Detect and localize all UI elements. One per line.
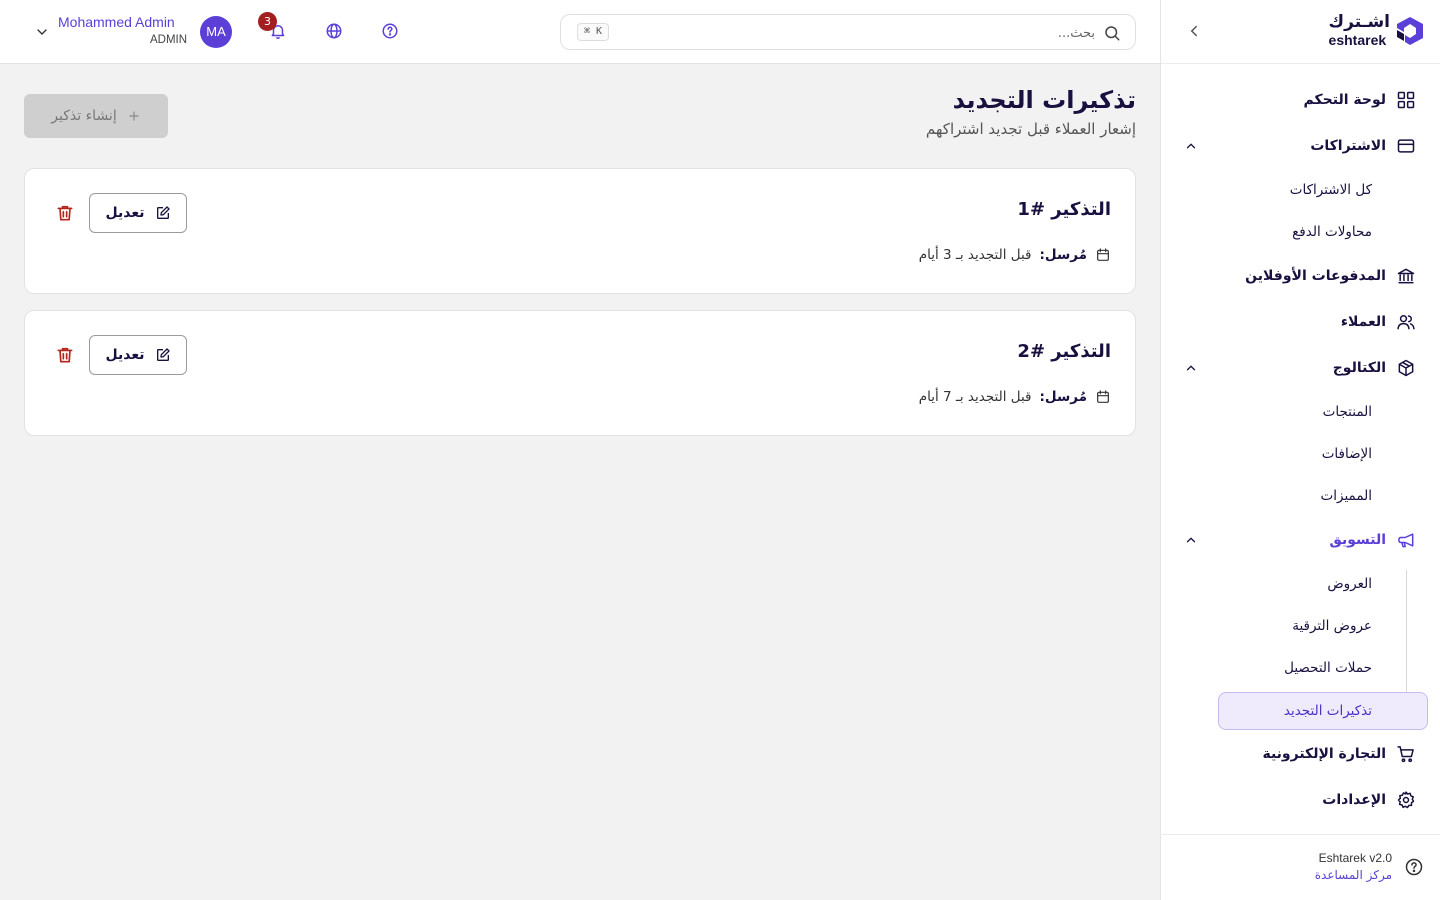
sidebar-subitem-payment-attempts[interactable]: محاولات الدفع [1218, 213, 1428, 251]
credit-card-icon [1397, 139, 1415, 153]
reminder-title: التذكير #1 [1017, 199, 1111, 220]
trash-icon [57, 347, 73, 363]
chevron-down-icon [37, 29, 47, 35]
calendar-icon [1097, 390, 1109, 403]
sidebar-item-marketing[interactable]: التسويق [1172, 520, 1428, 560]
reminder-schedule-label: مُرسل: [1039, 389, 1087, 405]
topbar: ⌘ K 3 MA Mohammed Admin ADMIN [0, 0, 1160, 64]
help-circle-icon[interactable] [1404, 857, 1424, 877]
trash-icon [57, 205, 73, 221]
sidebar-item-settings[interactable]: الإعدادات [1172, 780, 1428, 820]
sidebar-subitem-products[interactable]: المنتجات [1218, 393, 1428, 431]
sidebar-collapse-button[interactable] [1185, 22, 1203, 40]
sidebar-item-offline-payments[interactable]: المدفوعات الأوفلاين [1172, 256, 1428, 296]
avatar[interactable]: MA [200, 16, 232, 48]
keyboard-shortcut-hint: ⌘ K [577, 23, 610, 41]
megaphone-icon [1398, 533, 1414, 548]
sidebar-item-label: لوحة التحكم [1303, 92, 1386, 108]
sidebar-footer: Eshtarek v2.0 مركز المساعدة [1160, 834, 1440, 900]
brand-logo[interactable]: اشـترك eshtarek [1329, 14, 1424, 47]
reminder-card: التذكير #2 مُرسل: قبل التجديد بـ 7 أيام … [24, 310, 1136, 436]
sidebar-item-ecommerce[interactable]: التجارة الإلكترونية [1172, 734, 1428, 774]
sidebar-subitem-upgrade-offers[interactable]: عروض الترقية [1218, 607, 1428, 645]
edit-icon [156, 206, 170, 219]
help-button[interactable] [381, 22, 399, 40]
sidebar-subitem-all-subscriptions[interactable]: كل الاشتراكات [1218, 171, 1428, 209]
page-subtitle: إشعار العملاء قبل تجديد اشتراكهم [925, 120, 1136, 138]
chevron-up-icon[interactable] [1184, 139, 1198, 153]
edit-button[interactable]: تعديل [89, 193, 187, 233]
brand-mark-icon [1397, 16, 1423, 45]
edit-button-label: تعديل [105, 205, 145, 221]
sidebar-item-dashboard[interactable]: لوحة التحكم [1172, 80, 1428, 120]
bank-icon [1397, 268, 1415, 284]
sidebar-item-label: العملاء [1340, 314, 1386, 330]
reminder-card: التذكير #1 مُرسل: قبل التجديد بـ 3 أيام … [24, 168, 1136, 294]
delete-button[interactable] [55, 203, 75, 223]
edit-button-label: تعديل [105, 347, 145, 363]
sidebar-item-subscriptions[interactable]: الاشتراكات [1172, 126, 1428, 166]
help-circle-icon [382, 23, 398, 39]
sidebar-item-label: التسويق [1329, 532, 1386, 548]
brand-name-english: eshtarek [1328, 32, 1387, 48]
reminder-schedule: مُرسل: قبل التجديد بـ 3 أيام [919, 247, 1111, 263]
page-title: تذكيرات التجديد [952, 86, 1136, 114]
chevron-up-icon[interactable] [1184, 361, 1198, 375]
app-version: Eshtarek v2.0 [1318, 851, 1392, 865]
reminder-schedule-value: قبل التجديد بـ 3 أيام [918, 247, 1032, 263]
sidebar-item-label: الإعدادات [1322, 792, 1386, 808]
create-reminder-button[interactable]: إنشاء تذكير [24, 94, 168, 138]
sidebar-item-label: التجارة الإلكترونية [1262, 746, 1386, 762]
reminder-schedule: مُرسل: قبل التجديد بـ 7 أيام [919, 389, 1111, 405]
sidebar-subitem-features[interactable]: المميزات [1218, 477, 1428, 515]
globe-icon [326, 23, 342, 39]
reminder-title: التذكير #2 [1017, 341, 1111, 362]
sidebar-item-customers[interactable]: العملاء [1172, 302, 1428, 342]
sidebar-subitem-addons[interactable]: الإضافات [1218, 435, 1428, 473]
dashboard-grid-icon [1397, 91, 1415, 109]
user-name[interactable]: Mohammed Admin [58, 14, 175, 30]
sidebar-subitem-dunning-campaigns[interactable]: حملات التحصيل [1218, 649, 1428, 687]
user-role: ADMIN [150, 34, 188, 46]
edit-icon [156, 348, 170, 361]
sidebar-subitem-renewal-reminders[interactable]: تذكيرات التجديد [1218, 692, 1428, 730]
reminder-schedule-label: مُرسل: [1039, 247, 1087, 263]
calendar-icon [1097, 248, 1109, 261]
delete-button[interactable] [55, 345, 75, 365]
language-button[interactable] [325, 22, 343, 40]
chevron-up-icon[interactable] [1184, 533, 1198, 547]
sidebar-subitem-offers[interactable]: العروض [1218, 565, 1428, 603]
search-icon [1105, 26, 1120, 41]
chevron-left-icon [1190, 25, 1197, 37]
reminder-schedule-value: قبل التجديد بـ 7 أيام [918, 389, 1032, 405]
user-menu-toggle[interactable] [34, 24, 50, 40]
sidebar: اشـترك eshtarek لوحة التحكم الاشتراكات ك… [1160, 0, 1440, 900]
create-reminder-label: إنشاء تذكير [51, 108, 117, 124]
package-icon [1398, 359, 1414, 377]
users-icon [1397, 315, 1415, 330]
sidebar-item-label: الكتالوج [1332, 360, 1386, 376]
plus-icon [129, 111, 139, 121]
sidebar-item-label: الاشتراكات [1310, 138, 1386, 154]
edit-button[interactable]: تعديل [89, 335, 187, 375]
sidebar-item-label: المدفوعات الأوفلاين [1245, 268, 1386, 284]
search-box[interactable]: ⌘ K [560, 14, 1136, 50]
cart-icon [1397, 746, 1414, 763]
gear-icon [1397, 791, 1415, 809]
notification-count-badge: 3 [258, 12, 277, 31]
search-input[interactable] [655, 23, 1095, 43]
help-center-link[interactable]: مركز المساعدة [1315, 868, 1392, 882]
sidebar-header: اشـترك eshtarek [1161, 0, 1440, 64]
brand-name-arabic: اشـترك [1328, 12, 1390, 32]
sidebar-item-catalog[interactable]: الكتالوج [1172, 348, 1428, 388]
